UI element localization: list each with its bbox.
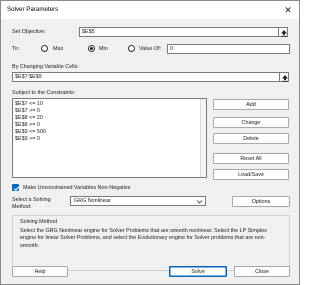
- constraints-scrollbar[interactable]: [200, 99, 206, 177]
- solve-button[interactable]: Solve: [169, 266, 227, 277]
- add-button-label: Add: [246, 102, 256, 108]
- variable-cells-range-picker[interactable]: [279, 72, 289, 82]
- method-label-line1: Select a Solving: [12, 197, 51, 203]
- objective-input[interactable]: $E$5: [79, 27, 279, 37]
- title-bar: Solver Parameters ✕: [1, 1, 299, 19]
- constraint-item[interactable]: $E$9 >= 0: [15, 136, 40, 142]
- nonnegative-checkbox[interactable]: [12, 184, 20, 192]
- chevron-down-icon: [196, 200, 203, 204]
- max-option-label: Max: [53, 46, 64, 52]
- options-button-label: Options: [251, 199, 271, 205]
- load-save-button-label: Load/Save: [238, 172, 264, 178]
- solver-dialog: Solver Parameters ✕ Set Objective: $E$5 …: [0, 0, 300, 285]
- solving-method-select[interactable]: GRG Nonlinear: [70, 196, 206, 206]
- dialog-title: Solver Parameters: [7, 6, 59, 13]
- change-button-label: Change: [241, 120, 261, 126]
- value-of-option-label: Value Of:: [139, 46, 162, 52]
- method-label-line2: Method:: [12, 204, 32, 210]
- solving-method-group: Solving Method Select the GRG Nonlinear …: [12, 215, 290, 271]
- constraint-item[interactable]: $E$9 <= 500: [15, 129, 46, 135]
- constraint-item[interactable]: $E$8 <= 20: [15, 115, 43, 121]
- collapse-arrow-icon: [281, 30, 287, 37]
- constraint-item[interactable]: $E$7 <= 10: [15, 101, 43, 107]
- variable-cells-label: By Changing Variable Cells:: [12, 64, 79, 70]
- reset-all-button-label: Reset All: [240, 156, 262, 162]
- solving-method-description: Select the GRG Nonlinear engine for Solv…: [20, 228, 267, 249]
- close-window-button[interactable]: ✕: [280, 3, 296, 17]
- min-radio[interactable]: [88, 45, 95, 52]
- value-of-radio[interactable]: [128, 45, 135, 52]
- delete-button-label: Delete: [243, 136, 259, 142]
- constraint-item[interactable]: $E$7 >= 0: [15, 108, 40, 114]
- close-button[interactable]: Close: [234, 266, 290, 277]
- solving-method-value: GRG Nonlinear: [74, 198, 111, 204]
- max-radio[interactable]: [41, 45, 48, 52]
- delete-button[interactable]: Delete: [213, 133, 289, 144]
- checkmark-icon: [13, 186, 20, 192]
- options-button[interactable]: Options: [232, 196, 290, 207]
- solving-method-title: Solving Method: [20, 219, 58, 225]
- constraint-item[interactable]: $E$8 >= 0: [15, 122, 40, 128]
- min-option-label: Min: [99, 46, 108, 52]
- close-button-label: Close: [255, 269, 269, 275]
- value-of-input[interactable]: 0: [167, 44, 290, 54]
- nonnegative-label: Make Unconstrained Variables Non-Negativ…: [23, 185, 131, 191]
- add-button[interactable]: Add: [213, 99, 289, 110]
- help-button-label: Help: [34, 269, 46, 275]
- constraints-label: Subject to the Constraints:: [12, 90, 76, 96]
- change-button[interactable]: Change: [213, 117, 289, 128]
- load-save-button[interactable]: Load/Save: [213, 169, 289, 180]
- help-button[interactable]: Help: [12, 266, 68, 277]
- variable-cells-input[interactable]: $E$7:$E$9: [12, 72, 280, 82]
- objective-label: Set Objective:: [12, 29, 46, 35]
- solve-button-label: Solve: [191, 269, 205, 275]
- collapse-arrow-icon: [282, 75, 288, 82]
- constraints-list[interactable]: $E$7 <= 10 $E$7 >= 0 $E$8 <= 20 $E$8 >= …: [12, 98, 207, 178]
- reset-all-button[interactable]: Reset All: [213, 153, 289, 164]
- objective-range-picker[interactable]: [278, 27, 288, 37]
- to-label: To:: [12, 46, 20, 52]
